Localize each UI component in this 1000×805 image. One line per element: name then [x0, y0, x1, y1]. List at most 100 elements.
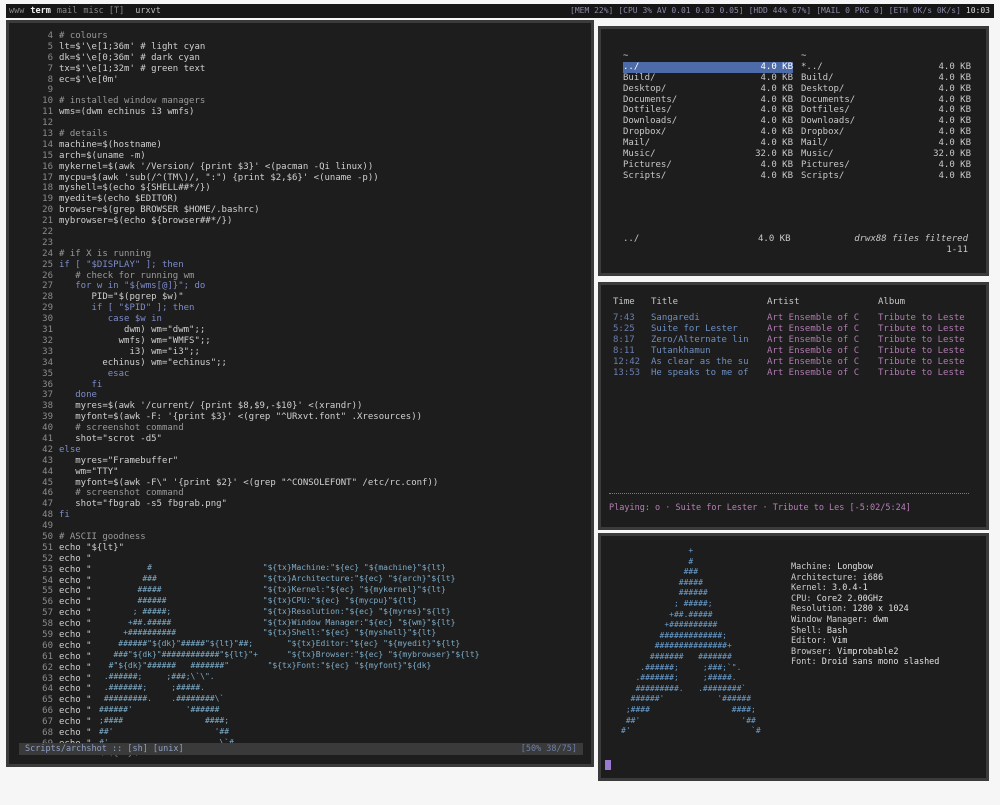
col-title[interactable]: Title: [651, 297, 678, 308]
code-line[interactable]: 26 # check for running wm: [17, 271, 438, 282]
code-line[interactable]: 13 # details: [17, 129, 438, 140]
col-album[interactable]: Album: [878, 297, 905, 308]
code-line[interactable]: 41 shot="scrot -d5": [17, 434, 438, 445]
code-line[interactable]: 29 if [ "$PID" ]; then: [17, 303, 438, 314]
file-list-right[interactable]: ~ *../4.0 KB Build/4.0 KB Desktop/4.0 KB Do…: [801, 51, 971, 182]
file-row[interactable]: Documents/4.0 KB: [623, 95, 793, 106]
line-number: 35: [42, 368, 53, 379]
tag-misc[interactable]: misc [T]: [80, 6, 127, 17]
file-row[interactable]: Dropbox/4.0 KB: [801, 127, 971, 138]
code-line[interactable]: 35 esac: [17, 369, 438, 380]
code-line[interactable]: 7 tx=$'\e[1;32m' # green text: [17, 64, 438, 75]
line-number: 34: [42, 357, 53, 368]
line-number: 50: [42, 531, 53, 542]
code-line[interactable]: 43 myres="Framebuffer": [17, 456, 438, 467]
file-row[interactable]: Music/32.0 KB: [801, 149, 971, 160]
code-line[interactable]: 5 lt=$'\e[1;36m' # light cyan: [17, 42, 438, 53]
col-artist[interactable]: Artist: [767, 297, 800, 308]
code-line[interactable]: 6 dk=$'\e[0;36m' # dark cyan: [17, 53, 438, 64]
editor-pane[interactable]: 4 # colours 5 lt=$'\e[1;36m' # light cyan 6 d…: [6, 20, 594, 767]
file-row[interactable]: Music/32.0 KB: [623, 149, 793, 160]
code-line[interactable]: 15 arch=$(uname -m): [17, 151, 438, 162]
file-row[interactable]: Desktop/4.0 KB: [801, 84, 971, 95]
file-size: 32.0 KB: [933, 149, 971, 160]
code-line[interactable]: 38 myres=$(awk '/current/ {print $8,$9,-…: [17, 401, 438, 412]
code-line[interactable]: 45 myfont=$(awk -F\" '{print $2}' <(grep…: [17, 478, 438, 489]
music-player-pane[interactable]: Time Title Artist Album 7:43 Sangaredi Art…: [598, 282, 989, 530]
code-line[interactable]: 30 case $w in: [17, 314, 438, 325]
code-line[interactable]: 36 fi: [17, 380, 438, 391]
code-line[interactable]: 50 # ASCII goodness: [17, 532, 438, 543]
file-manager-pane[interactable]: ~ ../4.0 KB Build/4.0 KB Desktop/4.0 KB Doc…: [598, 26, 989, 276]
track-row[interactable]: 7:43 Sangaredi Art Ensemble of C Tribute to…: [613, 313, 973, 324]
track-row[interactable]: 5:25 Suite for Lester Art Ensemble of C Tri…: [613, 324, 973, 335]
line-text: dk=$'\e[0;36m' # dark cyan: [59, 52, 200, 63]
code-line[interactable]: 46 # screenshot command: [17, 488, 438, 499]
code-line[interactable]: 4 # colours: [17, 31, 438, 42]
tag-www[interactable]: www: [6, 6, 27, 17]
code-line[interactable]: 44 wm="TTY": [17, 467, 438, 478]
code-line[interactable]: 12: [17, 118, 438, 129]
file-row[interactable]: ../ 4.0 KB: [623, 61, 793, 73]
code-line[interactable]: 31 dwm) wm="dwm";;: [17, 325, 438, 336]
code-line[interactable]: 24 # if X is running: [17, 249, 438, 260]
file-row[interactable]: Pictures/4.0 KB: [801, 160, 971, 171]
code-line[interactable]: 21 mybrowser=$(echo ${browser##*/}): [17, 216, 438, 227]
track-row[interactable]: 12:42 As clear as the su Art Ensemble of C…: [613, 357, 973, 368]
code-line[interactable]: 23: [17, 238, 438, 249]
code-line[interactable]: 27 for w in "${wms[@]}"; do: [17, 281, 438, 292]
file-row[interactable]: *../ 4.0 KB: [801, 62, 971, 73]
code-line[interactable]: 10 # installed window managers: [17, 96, 438, 107]
file-row[interactable]: Mail/4.0 KB: [801, 138, 971, 149]
file-row[interactable]: Scripts/4.0 KB: [801, 171, 971, 182]
file-row[interactable]: Build/4.0 KB: [801, 73, 971, 84]
progress-bar[interactable]: [609, 493, 969, 496]
code-line[interactable]: 11 wms=(dwm echinus i3 wmfs): [17, 107, 438, 118]
code-line[interactable]: 47 shot="fbgrab -s5 fbgrab.png": [17, 499, 438, 510]
code-line[interactable]: 39 myfont=$(awk -F: '{print $3}' <(grep …: [17, 412, 438, 423]
code-line[interactable]: 9: [17, 85, 438, 96]
code-line[interactable]: 37 done: [17, 390, 438, 401]
code-line[interactable]: 49: [17, 521, 438, 532]
file-list-left[interactable]: ~ ../4.0 KB Build/4.0 KB Desktop/4.0 KB Doc…: [623, 51, 793, 182]
line-text: # ASCII goodness: [59, 531, 146, 542]
code-line[interactable]: 17 mycpu=$(awk 'sub(/^(TM\)/, ":") {print…: [17, 173, 438, 184]
file-row[interactable]: Scripts/4.0 KB: [623, 171, 793, 182]
hdd-status: [HDD 44% 67%]: [748, 5, 812, 15]
code-line[interactable]: 40 # screenshot command: [17, 423, 438, 434]
code-line[interactable]: 33 i3) wm="i3";;: [17, 347, 438, 358]
code-line[interactable]: 14 machine=$(hostname): [17, 140, 438, 151]
code-line[interactable]: 32 wmfs) wm="WMFS";;: [17, 336, 438, 347]
file-row[interactable]: Dropbox/4.0 KB: [623, 127, 793, 138]
code-line[interactable]: 16 mykernel=$(awk '/Version/ {print $3}' …: [17, 162, 438, 173]
code-line[interactable]: 8 ec=$'\e[0m': [17, 75, 438, 86]
code-line[interactable]: 18 myshell=$(echo ${SHELL##*/}): [17, 183, 438, 194]
code-line[interactable]: 22: [17, 227, 438, 238]
file-row[interactable]: Desktop/4.0 KB: [623, 84, 793, 95]
col-time[interactable]: Time: [613, 297, 635, 308]
code-line[interactable]: 48 fi: [17, 510, 438, 521]
file-row[interactable]: Dotfiles/4.0 KB: [801, 105, 971, 116]
code-line[interactable]: 19 myedit=$(echo $EDITOR): [17, 194, 438, 205]
code-line[interactable]: 20 browser=$(grep BROWSER $HOME/.bashrc): [17, 205, 438, 216]
code-line[interactable]: 25 if [ "$DISPLAY" ]; then: [17, 260, 438, 271]
line-text: PID="$(pgrep $w)": [59, 292, 184, 303]
file-row[interactable]: Pictures/4.0 KB: [623, 160, 793, 171]
file-row[interactable]: Dotfiles/4.0 KB: [623, 105, 793, 116]
file-row[interactable]: Downloads/4.0 KB: [623, 116, 793, 127]
tag-mail[interactable]: mail: [54, 6, 80, 17]
track-row[interactable]: 8:11 Tutankhamun Art Ensemble of C Tribute …: [613, 346, 973, 357]
system-info-pane[interactable]: + # ### ##### ###### ; #####; +##.##### …: [598, 533, 989, 781]
track-row[interactable]: 8:17 Zero/Alternate lin Art Ensemble of C T…: [613, 335, 973, 346]
code-line[interactable]: 42 else: [17, 445, 438, 456]
tag-term[interactable]: term: [27, 6, 53, 17]
file-row[interactable]: Build/4.0 KB: [623, 73, 793, 84]
code-line[interactable]: 34 echinus) wm="echinus";;: [17, 358, 438, 369]
file-row[interactable]: Mail/4.0 KB: [623, 138, 793, 149]
line-text: mybrowser=$(echo ${browser##*/}): [59, 216, 233, 227]
track-row[interactable]: 13:53 He speaks to me of Art Ensemble of C…: [613, 368, 973, 379]
code-line[interactable]: 28 PID="$(pgrep $w)": [17, 292, 438, 303]
file-row[interactable]: Downloads/4.0 KB: [801, 116, 971, 127]
code-line[interactable]: 51 echo "${lt}": [17, 543, 438, 554]
file-row[interactable]: Documents/4.0 KB: [801, 95, 971, 106]
